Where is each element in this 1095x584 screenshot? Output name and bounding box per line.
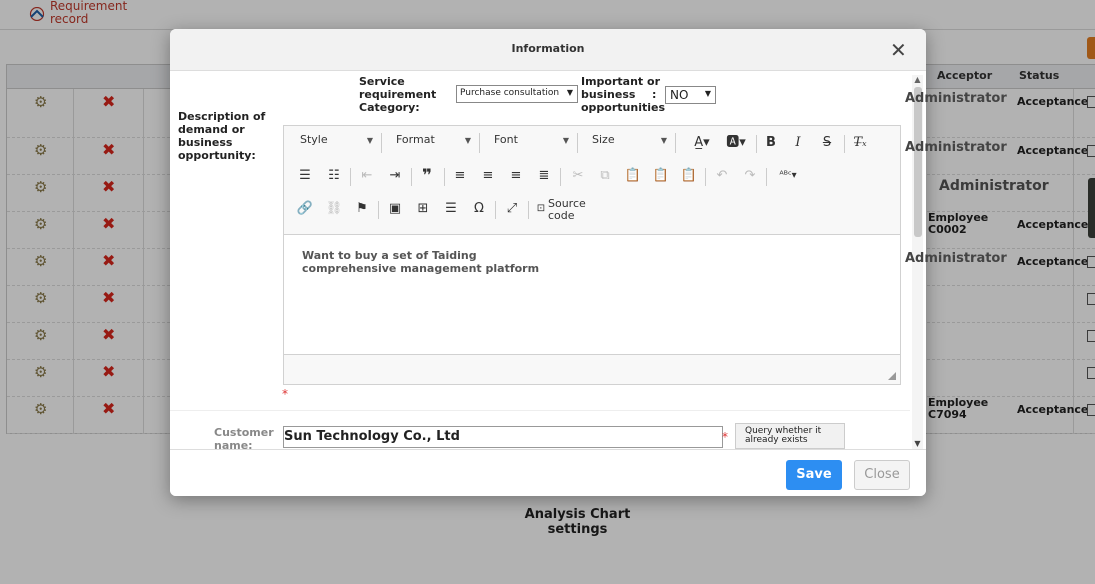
align-right-icon[interactable]: ≡: [505, 166, 527, 186]
customer-label: Customer name:: [214, 426, 274, 449]
maximize-icon[interactable]: ⤢: [501, 199, 523, 219]
bulleted-list-icon[interactable]: ☷: [323, 166, 345, 186]
scroll-thumb[interactable]: [914, 87, 922, 237]
description-label: Description of demand or business opport…: [178, 110, 266, 162]
close-icon[interactable]: ✕: [890, 40, 907, 60]
resize-handle[interactable]: [888, 372, 896, 380]
dialog-footer: Save Close: [170, 449, 926, 496]
spellcheck-icon[interactable]: ᴬᴮᶜ▾: [774, 166, 802, 186]
category-label: Service requirement Category:: [359, 75, 437, 114]
align-left-icon[interactable]: ≡: [449, 166, 471, 186]
justify-icon[interactable]: ≣: [533, 166, 555, 186]
cut-icon[interactable]: ✂: [567, 166, 589, 186]
undo-icon[interactable]: ↶: [711, 166, 733, 186]
section-divider: [170, 410, 910, 411]
dialog-body: Service requirement Category: Purchase c…: [170, 71, 910, 449]
style-combo[interactable]: Style ▼: [296, 133, 382, 153]
required-mark: *: [282, 387, 288, 401]
chevron-down-icon: ▼: [704, 89, 711, 98]
table-icon[interactable]: ⊞: [412, 199, 434, 219]
acceptor-cell: Administrator: [905, 140, 1007, 155]
chevron-down-icon: ▼: [566, 88, 573, 97]
acceptor-cell: Administrator: [905, 251, 1007, 266]
dialog-title: Information: [511, 42, 585, 55]
bg-color-icon[interactable]: 🅰▾: [722, 133, 750, 153]
rich-text-editor: Style ▼ Format ▼ Font ▼ Size ▼ A̲▾ 🅰▾ B I S …: [283, 125, 901, 385]
font-combo[interactable]: Font ▼: [488, 133, 578, 153]
save-button[interactable]: Save: [786, 460, 842, 490]
required-mark: *: [722, 430, 728, 444]
italic-icon[interactable]: I: [787, 133, 809, 153]
remove-format-icon[interactable]: T̶ₓ: [849, 133, 871, 153]
editor-content-text[interactable]: Want to buy a set of Taiding comprehensi…: [302, 249, 562, 275]
important-select[interactable]: NO ▼: [665, 86, 716, 104]
scroll-down-icon[interactable]: ▼: [912, 439, 923, 449]
source-code-button[interactable]: Source code: [548, 198, 588, 222]
anchor-flag-icon[interactable]: ⚑: [351, 199, 373, 219]
strike-icon[interactable]: S: [816, 133, 838, 153]
size-combo[interactable]: Size ▼: [586, 133, 676, 153]
paste-text-icon[interactable]: 📋: [650, 166, 672, 186]
editor-content-area[interactable]: Want to buy a set of Taiding comprehensi…: [284, 234, 900, 355]
text-color-icon[interactable]: A̲▾: [688, 133, 716, 153]
important-label: Important or business opportunities: [581, 75, 666, 114]
important-colon: :: [652, 88, 657, 101]
align-center-icon[interactable]: ≡: [477, 166, 499, 186]
format-combo[interactable]: Format ▼: [390, 133, 480, 153]
unlink-icon[interactable]: ⛓: [323, 199, 345, 219]
indent-icon[interactable]: ⇥: [384, 166, 406, 186]
image-icon[interactable]: ▣: [384, 199, 406, 219]
numbered-list-icon[interactable]: ☰: [294, 166, 316, 186]
paste-word-icon[interactable]: 📋: [678, 166, 700, 186]
redo-icon[interactable]: ↷: [739, 166, 761, 186]
query-exists-button[interactable]: Query whether it already exists: [735, 423, 845, 449]
close-button[interactable]: Close: [854, 460, 910, 490]
copy-icon[interactable]: ⧉: [594, 166, 616, 186]
scroll-up-icon[interactable]: ▲: [912, 75, 923, 85]
editor-toolbar-row-1: Style ▼ Format ▼ Font ▼ Size ▼ A̲▾ 🅰▾ B I S …: [284, 126, 900, 158]
bold-icon[interactable]: B: [760, 133, 782, 153]
source-code-icon[interactable]: ⊡: [535, 199, 547, 219]
outdent-icon[interactable]: ⇤: [356, 166, 378, 186]
acceptor-cell: Administrator: [905, 91, 1007, 106]
link-icon[interactable]: 🔗: [294, 199, 316, 219]
blockquote-icon[interactable]: ❞: [416, 166, 438, 186]
editor-toolbar-row-3: 🔗 ⛓ ⚑ ▣ ⊞ ☰ Ω ⤢ ⊡ Source code: [284, 192, 900, 224]
paste-icon[interactable]: 📋: [622, 166, 644, 186]
omega-icon[interactable]: Ω: [468, 199, 490, 219]
editor-toolbar-row-2: ☰ ☷ ⇤ ⇥ ❞ ≡ ≡ ≡ ≣ ✂ ⧉ 📋 📋 📋 ↶ ↷ ᴬᴮᶜ▾: [284, 159, 900, 191]
horizontal-line-icon[interactable]: ☰: [440, 199, 462, 219]
dialog-header: Information ✕: [170, 29, 926, 71]
category-select[interactable]: Purchase consultation ▼: [456, 85, 578, 103]
information-dialog: Information ✕ Service requirement Catego…: [170, 29, 926, 496]
customer-name-input[interactable]: Sun Technology Co., Ltd: [283, 426, 723, 448]
